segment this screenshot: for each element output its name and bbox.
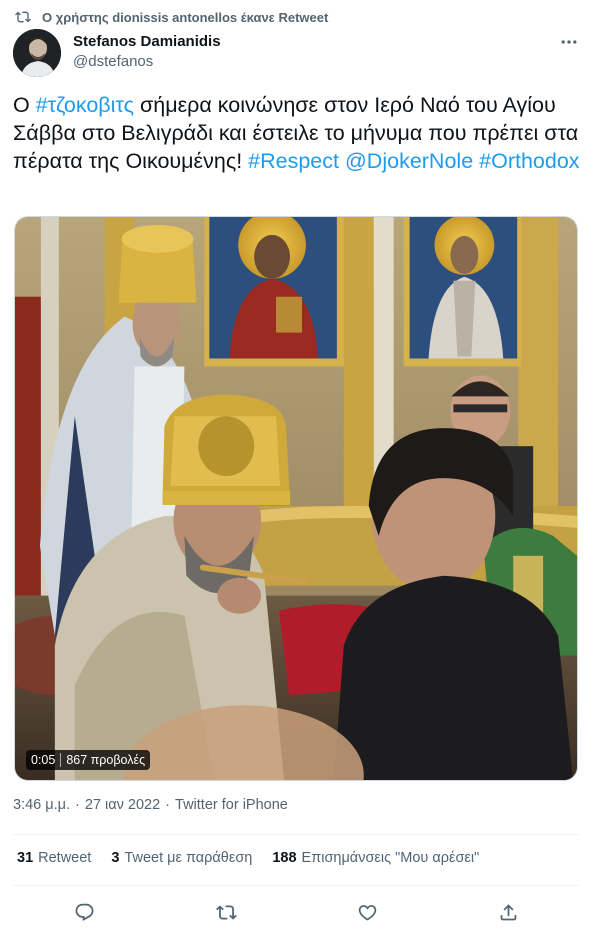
retweet-icon	[215, 904, 237, 920]
author-handle[interactable]: @dstefanos	[73, 51, 221, 73]
like-button[interactable]	[355, 900, 379, 924]
badge-divider	[60, 753, 62, 767]
tweet-text-segment: Ο	[13, 93, 36, 117]
reply-icon	[75, 903, 93, 921]
video-thumbnail	[15, 217, 577, 780]
quote-count[interactable]: 3 Tweet με παράθεση	[111, 850, 252, 866]
author-display-name[interactable]: Stefanos Damianidis	[73, 33, 221, 51]
video-duration: 0:05	[31, 753, 56, 767]
more-horizontal-icon	[561, 40, 577, 44]
video-player[interactable]: 0:05 867 προβολές	[14, 216, 578, 781]
hashtag-link[interactable]: #τζοκοβιτς	[36, 93, 134, 117]
quote-count-label: Tweet με παράθεση	[124, 850, 253, 866]
share-button[interactable]	[496, 900, 520, 924]
retweet-count[interactable]: 31 Retweet	[17, 850, 91, 866]
like-count[interactable]: 188 Επισημάνσεις "Μου αρέσει"	[272, 850, 479, 866]
retweet-count-label: Retweet	[38, 850, 92, 866]
author-names[interactable]: Stefanos Damianidis @dstefanos	[73, 33, 221, 73]
reply-button[interactable]	[72, 900, 96, 924]
video-views: 867 προβολές	[66, 753, 146, 767]
avatar[interactable]	[13, 29, 61, 77]
share-icon	[500, 903, 516, 920]
divider	[13, 885, 579, 886]
like-count-label: Επισημάνσεις "Μου αρέσει"	[301, 850, 480, 866]
mention-link[interactable]: @DjokerNole	[345, 149, 473, 173]
hashtag-link[interactable]: #Orthodox	[479, 149, 579, 173]
video-badges: 0:05 867 προβολές	[26, 750, 151, 770]
like-count-number: 188	[272, 850, 297, 866]
tweet-time[interactable]: 3:46 μ.μ.	[13, 797, 70, 813]
retweet-button[interactable]	[214, 900, 238, 924]
engagement-stats: 31 Retweet 3 Tweet με παράθεση 188 Επιση…	[17, 850, 499, 866]
divider	[13, 834, 579, 835]
meta-separator: ·	[75, 797, 80, 813]
heart-icon	[358, 904, 376, 921]
retweet-icon	[15, 11, 31, 23]
quote-count-number: 3	[111, 850, 120, 866]
retweet-banner-text: Ο χρήστης dionissis antonellos έκανε Ret…	[42, 9, 329, 25]
tweet-source[interactable]: Twitter for iPhone	[175, 797, 288, 813]
avatar-image	[13, 29, 61, 77]
tweet-meta: 3:46 μ.μ. · 27 ιαν 2022 · Twitter for iP…	[13, 797, 288, 813]
retweet-banner[interactable]: Ο χρήστης dionissis antonellos έκανε Ret…	[14, 7, 328, 27]
meta-separator: ·	[165, 797, 171, 813]
hashtag-link[interactable]: #Respect	[248, 149, 339, 173]
tweet-text: Ο #τζοκοβιτς σήμερα κοινώνησε στον Ιερό …	[13, 91, 588, 175]
tweet-date[interactable]: 27 ιαν 2022	[85, 797, 160, 813]
tweet-header: Stefanos Damianidis @dstefanos	[13, 29, 585, 79]
retweet-count-number: 31	[17, 850, 34, 866]
more-button[interactable]	[557, 31, 581, 53]
action-bar	[0, 900, 598, 924]
